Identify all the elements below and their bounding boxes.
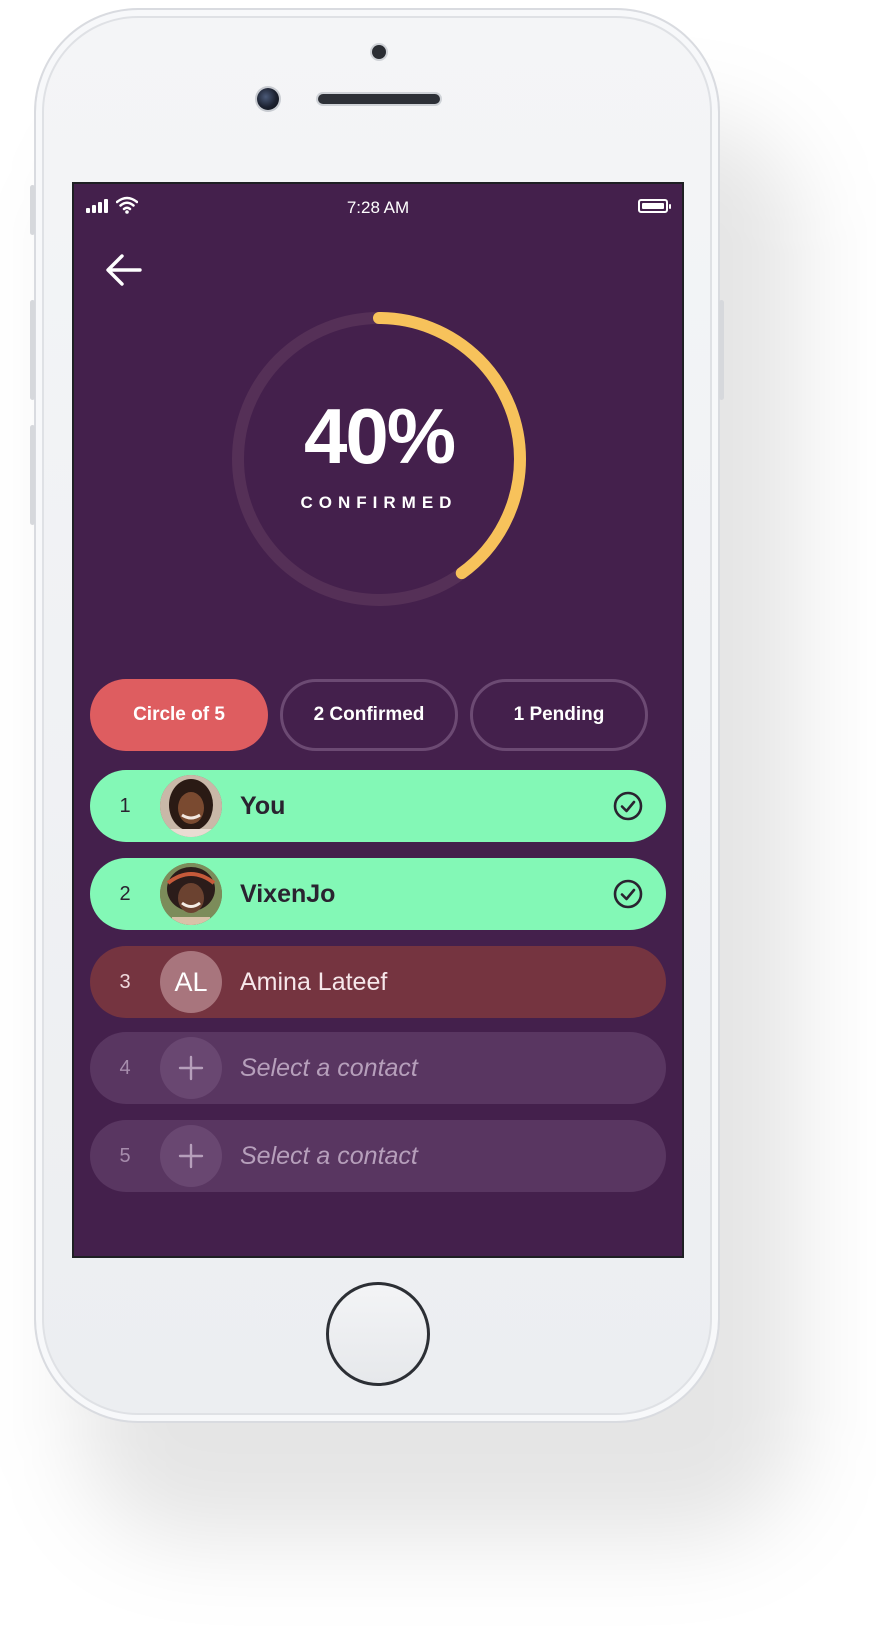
status-time: 7:28 AM	[346, 198, 410, 217]
empty-slot-row[interactable]: 5 Select a contact	[90, 1120, 666, 1192]
add-contact-button[interactable]	[160, 1125, 222, 1187]
member-name: Amina Lateef	[240, 967, 388, 996]
member-number: 2	[119, 882, 131, 905]
progress-caption: CONFIRMED	[300, 493, 458, 512]
member-row[interactable]: 1 You	[90, 770, 666, 842]
status-bar: 7:28 AM	[74, 184, 682, 230]
check-circle-icon	[613, 879, 643, 909]
battery-icon	[638, 199, 671, 213]
plus-icon	[178, 1143, 204, 1169]
avatar	[160, 863, 222, 925]
plus-icon	[178, 1055, 204, 1081]
initials-avatar: AL	[160, 951, 222, 1013]
home-button[interactable]	[326, 1282, 430, 1386]
tab-pending[interactable]: 1 Pending	[470, 679, 648, 751]
back-arrow-icon[interactable]	[104, 252, 144, 288]
check-circle-icon	[613, 791, 643, 821]
proximity-sensor	[372, 45, 386, 59]
avatar-photo-icon	[160, 775, 222, 837]
avatar-photo-icon	[160, 863, 222, 925]
app-screen: 7:28 AM 40% CONFIRMED Circle of 5 2 Conf…	[72, 182, 684, 1258]
volume-down-button	[30, 425, 35, 525]
volume-up-button	[30, 300, 35, 400]
power-button	[719, 300, 724, 400]
member-name: VixenJo	[240, 879, 336, 908]
add-contact-button[interactable]	[160, 1037, 222, 1099]
tab-circle[interactable]: Circle of 5	[90, 679, 268, 751]
member-number: 5	[119, 1144, 131, 1167]
empty-slot-row[interactable]: 4 Select a contact	[90, 1032, 666, 1104]
front-camera	[257, 88, 279, 110]
filter-tabs: Circle of 5 2 Confirmed 1 Pending	[90, 679, 670, 751]
earpiece-speaker	[318, 94, 440, 104]
member-row[interactable]: 2 VixenJo	[90, 858, 666, 930]
avatar	[160, 775, 222, 837]
mute-switch	[30, 185, 35, 235]
member-number: 4	[119, 1056, 131, 1079]
member-number: 3	[119, 970, 131, 993]
member-name: You	[240, 791, 286, 820]
progress-percent: 40%	[303, 392, 456, 480]
member-row[interactable]: 3 AL Amina Lateef	[90, 946, 666, 1018]
tab-confirmed[interactable]: 2 Confirmed	[280, 679, 458, 751]
progress-label: 40% CONFIRMED	[224, 304, 534, 614]
select-contact-placeholder: Select a contact	[240, 1053, 418, 1082]
select-contact-placeholder: Select a contact	[240, 1141, 418, 1170]
member-number: 1	[119, 794, 131, 817]
